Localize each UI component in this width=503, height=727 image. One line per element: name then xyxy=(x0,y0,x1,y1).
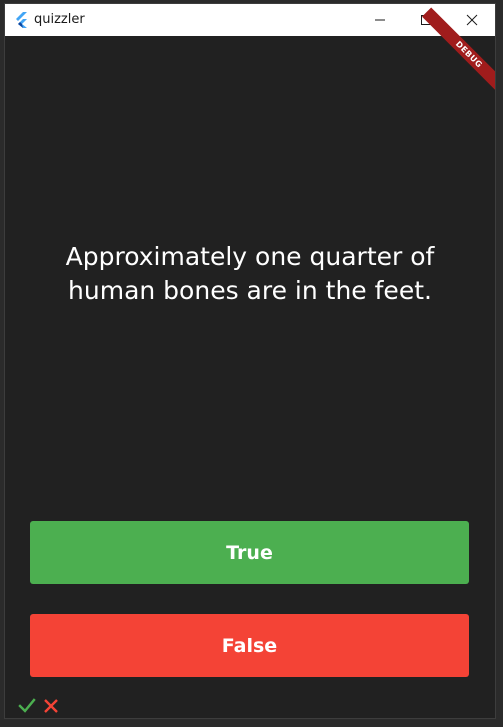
close-window-button[interactable] xyxy=(449,4,495,36)
app-window: quizzler DEBUG Approximately one quarter… xyxy=(5,4,495,718)
window-title: quizzler xyxy=(34,12,85,27)
check-icon xyxy=(18,698,36,713)
close-icon xyxy=(466,14,478,26)
true-button[interactable]: True xyxy=(30,521,469,584)
title-bar[interactable]: quizzler xyxy=(5,4,495,36)
close-icon xyxy=(44,699,58,713)
true-button-label: True xyxy=(226,541,273,564)
false-button-label: False xyxy=(221,634,278,657)
minimize-icon xyxy=(375,19,385,21)
flutter-icon xyxy=(15,12,29,28)
false-button[interactable]: False xyxy=(30,614,469,677)
question-text: Approximately one quarter of human bones… xyxy=(65,242,435,305)
minimize-button[interactable] xyxy=(357,4,403,36)
score-keeper xyxy=(17,696,61,716)
